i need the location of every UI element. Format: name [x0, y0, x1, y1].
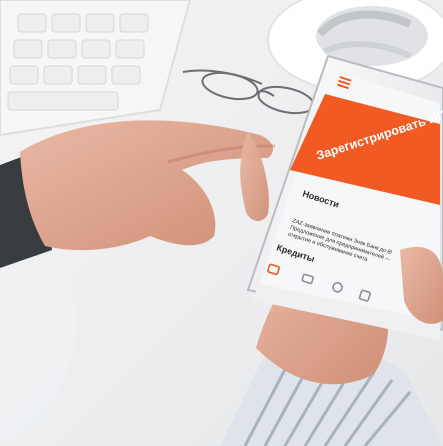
- scene-photo: [0, 0, 443, 446]
- scene-illustration: [0, 0, 443, 446]
